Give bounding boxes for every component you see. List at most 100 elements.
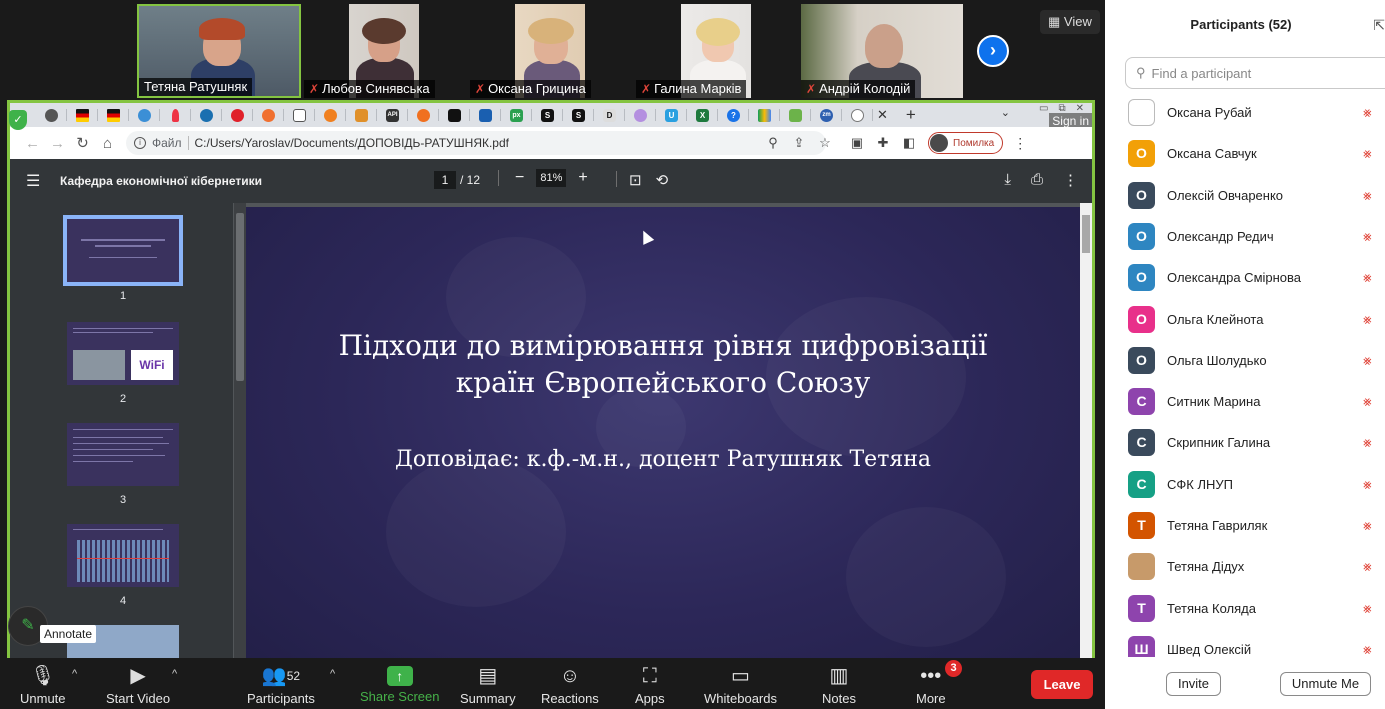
mic-off-icon[interactable]: ⨳ xyxy=(1363,641,1372,657)
rotate-icon[interactable]: ⟲ xyxy=(656,171,669,189)
mic-off-icon[interactable]: ⨳ xyxy=(1363,311,1372,328)
mic-off-icon[interactable]: ⨳ xyxy=(1363,104,1372,121)
tab-favicon[interactable] xyxy=(346,103,377,127)
summary-button[interactable]: ▤ Summary xyxy=(460,662,516,706)
thumbnail-page[interactable]: 3 xyxy=(67,423,179,506)
thumbnail-page[interactable]: 4 xyxy=(67,524,179,607)
tab-favicon[interactable] xyxy=(842,103,873,127)
view-button[interactable]: ▦ View xyxy=(1040,10,1100,34)
video-tile[interactable]: ✗ Оксана Грицина xyxy=(470,4,630,98)
tab-favicon[interactable] xyxy=(129,103,160,127)
tab-favicon[interactable]: API xyxy=(377,103,408,127)
profile-error-button[interactable]: Помилка xyxy=(928,132,1004,154)
participant-row[interactable]: О Оксана Савчук ⨳ xyxy=(1105,133,1385,174)
download-icon[interactable]: ⤓ xyxy=(1004,171,1011,189)
tab-favicon[interactable] xyxy=(749,103,780,127)
info-icon[interactable]: i xyxy=(134,137,146,149)
participant-row[interactable]: С Скрипник Галина ⨳ xyxy=(1105,422,1385,463)
tab-favicon[interactable] xyxy=(191,103,222,127)
side-panel-icon[interactable]: ◧ xyxy=(896,135,922,151)
thumbnail-page[interactable]: 1 xyxy=(63,215,183,302)
tab-favicon[interactable]: px xyxy=(501,103,532,127)
unmute-me-button[interactable]: Unmute Me xyxy=(1280,672,1371,696)
tab-favicon[interactable] xyxy=(222,103,253,127)
tab-favicon[interactable] xyxy=(160,103,191,127)
share-icon[interactable]: ⇪ xyxy=(786,135,812,151)
tab-favicon[interactable] xyxy=(780,103,811,127)
browser-menu-icon[interactable]: ⋮ xyxy=(1013,135,1027,152)
zoom-out-icon[interactable]: − xyxy=(515,169,524,187)
participant-row[interactable]: Оксана Рубай ⨳ xyxy=(1105,92,1385,133)
mic-off-icon[interactable]: ⨳ xyxy=(1363,393,1372,410)
back-icon[interactable]: ← xyxy=(20,135,45,152)
zoom-lens-icon[interactable]: ⚲ xyxy=(760,135,786,151)
tab-favicon[interactable] xyxy=(67,103,98,127)
tab-search-chevron-icon[interactable]: ⌄ xyxy=(1001,106,1010,119)
invite-button[interactable]: Invite xyxy=(1166,672,1221,696)
participants-caret-icon[interactable]: ^ xyxy=(330,668,335,680)
mic-off-icon[interactable]: ⨳ xyxy=(1363,476,1372,493)
tab-favicon[interactable]: S xyxy=(532,103,563,127)
mic-off-icon[interactable]: ⨳ xyxy=(1363,558,1372,575)
mic-off-icon[interactable]: ⨳ xyxy=(1363,145,1372,162)
tab-favicon[interactable] xyxy=(625,103,656,127)
tab-favicon[interactable] xyxy=(98,103,129,127)
participant-row[interactable]: С Ситник Марина ⨳ xyxy=(1105,381,1385,422)
mic-off-icon[interactable]: ⨳ xyxy=(1363,352,1372,369)
video-tile[interactable]: ✗ Галина Марків xyxy=(636,4,796,98)
tab-favicon[interactable] xyxy=(315,103,346,127)
more-options-icon[interactable]: ⋮ xyxy=(1063,171,1078,189)
share-screen-button[interactable]: ↑ Share Screen xyxy=(360,662,440,704)
mic-off-icon[interactable]: ⨳ xyxy=(1363,600,1372,617)
zoom-input[interactable]: 81% xyxy=(536,169,567,187)
leave-button[interactable]: Leave xyxy=(1031,670,1093,699)
page-scrollbar[interactable] xyxy=(1080,203,1092,658)
tab-favicon[interactable]: D xyxy=(594,103,625,127)
print-icon[interactable]: ⎙ xyxy=(1031,171,1043,189)
tab-favicon[interactable]: U xyxy=(656,103,687,127)
tab-favicon[interactable] xyxy=(439,103,470,127)
tab-favicon[interactable] xyxy=(470,103,501,127)
participant-row[interactable]: С СФК ЛНУП ⨳ xyxy=(1105,464,1385,505)
reactions-button[interactable]: ☺ Reactions xyxy=(541,662,599,706)
participant-row[interactable]: О Ольга Шолудько ⨳ xyxy=(1105,340,1385,381)
next-page-arrow-icon[interactable]: › xyxy=(977,35,1009,67)
cast-icon[interactable]: ▣ xyxy=(844,135,870,151)
participant-row[interactable]: О Ольга Клейнота ⨳ xyxy=(1105,299,1385,340)
tab-favicon[interactable] xyxy=(408,103,439,127)
notes-button[interactable]: ▥ Notes xyxy=(822,662,856,706)
video-options-caret-icon[interactable]: ^ xyxy=(172,668,177,680)
new-tab-icon[interactable]: + xyxy=(906,105,916,125)
whiteboards-button[interactable]: ▭ Whiteboards xyxy=(704,662,777,706)
mic-off-icon[interactable]: ⨳ xyxy=(1363,517,1372,534)
mic-off-icon[interactable]: ⨳ xyxy=(1363,187,1372,204)
participant-search-input[interactable]: ⚲ Find a participant xyxy=(1125,57,1385,89)
tab-favicon[interactable] xyxy=(253,103,284,127)
tab-favicon[interactable]: S xyxy=(563,103,594,127)
home-icon[interactable]: ⌂ xyxy=(95,135,120,152)
more-button[interactable]: ••• More xyxy=(916,662,946,706)
unmute-button[interactable]: 🎙 Unmute xyxy=(20,662,66,706)
audio-options-caret-icon[interactable]: ^ xyxy=(72,668,77,680)
tab-favicon[interactable]: X xyxy=(687,103,718,127)
thumbnail-page[interactable]: WiFi 2 xyxy=(67,322,179,405)
tab-favicon[interactable]: ? xyxy=(718,103,749,127)
participant-row[interactable]: О Олександр Редич ⨳ xyxy=(1105,216,1385,257)
pop-out-icon[interactable]: ⇱ xyxy=(1373,17,1385,34)
tab-favicon[interactable] xyxy=(284,103,315,127)
bookmark-star-icon[interactable]: ☆ xyxy=(812,135,838,151)
apps-button[interactable]: ⛶ Apps xyxy=(635,662,665,706)
participant-row[interactable]: Ш Швед Олексій ⨳ xyxy=(1105,629,1385,657)
mic-off-icon[interactable]: ⨳ xyxy=(1363,269,1372,286)
tab-favicon[interactable] xyxy=(36,103,67,127)
mic-off-icon[interactable]: ⨳ xyxy=(1363,434,1372,451)
extensions-icon[interactable]: ✚ xyxy=(870,135,896,151)
start-video-button[interactable]: ▶ Start Video xyxy=(106,662,170,706)
fit-page-icon[interactable]: ⊡ xyxy=(629,171,642,189)
forward-icon[interactable]: → xyxy=(45,135,70,152)
page-number-input[interactable]: 1 xyxy=(434,171,456,189)
participant-row[interactable]: Тетяна Дідух ⨳ xyxy=(1105,546,1385,587)
participants-button[interactable]: 👥52 Participants xyxy=(247,662,315,706)
video-tile[interactable]: Тетяна Ратушняк xyxy=(137,4,301,98)
video-tile[interactable]: ✗ Андрій Колодій xyxy=(801,4,963,98)
